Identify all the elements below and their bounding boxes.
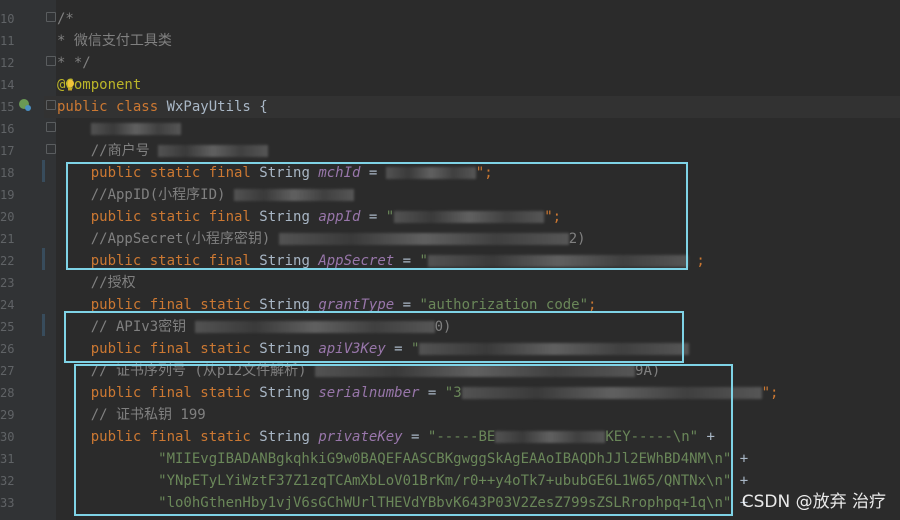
- line-number: 23: [0, 276, 15, 290]
- code-token: public class: [57, 99, 167, 115]
- line-number: 29: [0, 408, 15, 422]
- watermark-text: CSDN @放弃 治疗: [741, 492, 886, 512]
- code-text: //商户号: [57, 140, 269, 162]
- code-text: [57, 118, 181, 140]
- highlight-box-apiv3: [64, 311, 684, 363]
- code-token: ;: [687, 253, 705, 269]
- code-text: * 微信支付工具类: [57, 30, 172, 52]
- code-text: /*: [57, 8, 74, 30]
- code-token: /*: [57, 11, 74, 27]
- code-token: +: [731, 451, 749, 467]
- line-number: 22: [0, 254, 15, 268]
- code-line[interactable]: 10 /*: [0, 8, 900, 30]
- code-token: ";: [761, 385, 779, 401]
- line-number: 24: [0, 298, 15, 312]
- code-line[interactable]: 14 @Component: [0, 74, 900, 96]
- code-text: //授权: [57, 272, 136, 294]
- code-token: WxPayUtils: [166, 99, 251, 115]
- code-token: //商户号: [57, 143, 159, 159]
- code-line[interactable]: 16: [0, 118, 900, 140]
- code-token: {: [250, 99, 268, 115]
- code-token: @Component: [57, 77, 142, 93]
- line-number: 30: [0, 430, 15, 444]
- line-number: 26: [0, 342, 15, 356]
- line-number: 12: [0, 56, 15, 70]
- line-number: 14: [0, 78, 15, 92]
- line-number: 27: [0, 364, 15, 378]
- code-line[interactable]: 17 //商户号: [0, 140, 900, 162]
- line-number: 11: [0, 34, 15, 48]
- line-number: 20: [0, 210, 15, 224]
- line-number: 16: [0, 122, 15, 136]
- redacted-value: [90, 123, 181, 135]
- line-number: 28: [0, 386, 15, 400]
- highlight-box-appid: [66, 162, 688, 270]
- code-text: public class WxPayUtils {: [57, 96, 268, 118]
- code-token: * */: [57, 55, 91, 71]
- line-number: 15: [0, 100, 15, 114]
- code-token: //授权: [57, 275, 136, 291]
- code-text: @Component: [57, 74, 141, 96]
- redacted-value: [158, 145, 269, 157]
- line-number: 19: [0, 188, 15, 202]
- line-number: 21: [0, 232, 15, 246]
- line-number: 18: [0, 166, 15, 180]
- code-line[interactable]: 12 * */: [0, 52, 900, 74]
- code-line[interactable]: 11 * 微信支付工具类: [0, 30, 900, 52]
- highlight-box-cert: [74, 364, 733, 516]
- code-line[interactable]: 15 public class WxPayUtils {: [0, 96, 900, 118]
- code-token: * 微信支付工具类: [57, 33, 172, 49]
- line-number: 33: [0, 496, 15, 510]
- code-text: * */: [57, 52, 91, 74]
- line-number: 31: [0, 452, 15, 466]
- line-number: 17: [0, 144, 15, 158]
- code-line[interactable]: 23 //授权: [0, 272, 900, 294]
- line-number: 32: [0, 474, 15, 488]
- line-number: 10: [0, 12, 15, 26]
- line-number: 25: [0, 320, 15, 334]
